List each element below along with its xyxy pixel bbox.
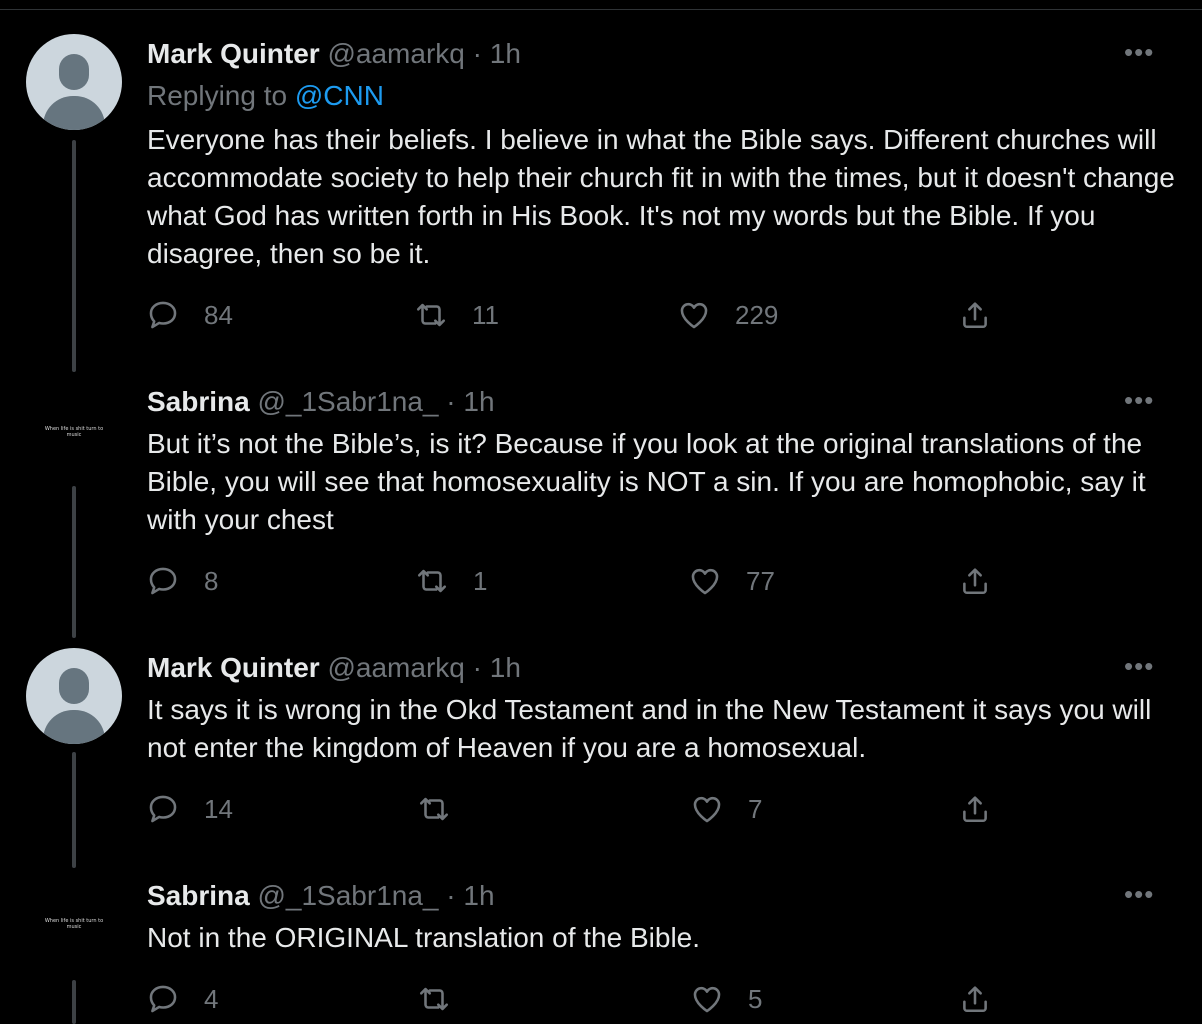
reply-button[interactable]: 4 [146, 982, 218, 1016]
share-button[interactable] [958, 982, 992, 1016]
retweet-button[interactable] [417, 982, 451, 1016]
separator-dot: · [446, 880, 456, 911]
like-count: 5 [748, 983, 763, 1014]
share-icon [963, 986, 987, 1013]
tweet-text: Not in the ORIGINAL translation of the B… [147, 922, 701, 953]
display-name[interactable]: Sabrina [147, 880, 250, 911]
thread-line [72, 980, 76, 1024]
tweet-header: Sabrina @_1Sabr1na_ · 1h [147, 879, 495, 913]
reply-count: 4 [204, 983, 219, 1014]
timestamp[interactable]: 1h [463, 880, 494, 911]
heart-icon [693, 986, 721, 1013]
retweet-icon [419, 987, 449, 1011]
tweet[interactable]: When life is shit turn to music Sabrina … [0, 0, 1202, 1024]
more-options-icon[interactable]: ••• [1124, 881, 1154, 907]
like-button[interactable]: 5 [690, 982, 762, 1016]
avatar[interactable]: When life is shit turn to music [44, 918, 104, 948]
user-handle[interactable]: @_1Sabr1na_ [257, 880, 438, 911]
reply-icon [149, 985, 177, 1013]
